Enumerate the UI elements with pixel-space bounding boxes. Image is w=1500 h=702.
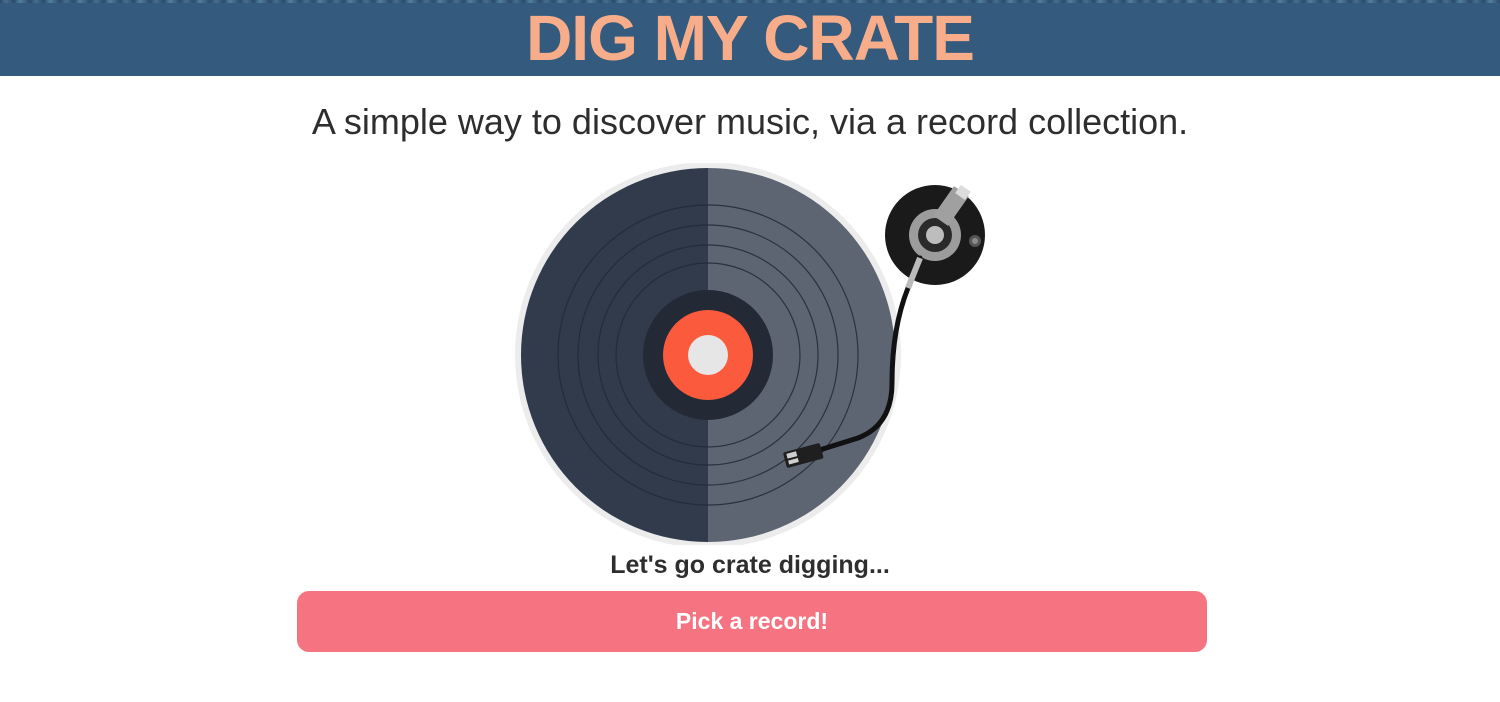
record-spindle bbox=[688, 335, 728, 375]
page-tagline: A simple way to discover music, via a re… bbox=[311, 101, 1189, 142]
site-title[interactable]: DIG MY CRATE bbox=[0, 3, 1500, 73]
pick-record-button[interactable]: Pick a record! bbox=[297, 591, 1207, 652]
tonearm-base bbox=[885, 184, 985, 285]
site-header: DIG MY CRATE bbox=[0, 0, 1500, 76]
cta-text: Let's go crate digging... bbox=[610, 551, 890, 579]
turntable-illustration bbox=[515, 163, 985, 545]
